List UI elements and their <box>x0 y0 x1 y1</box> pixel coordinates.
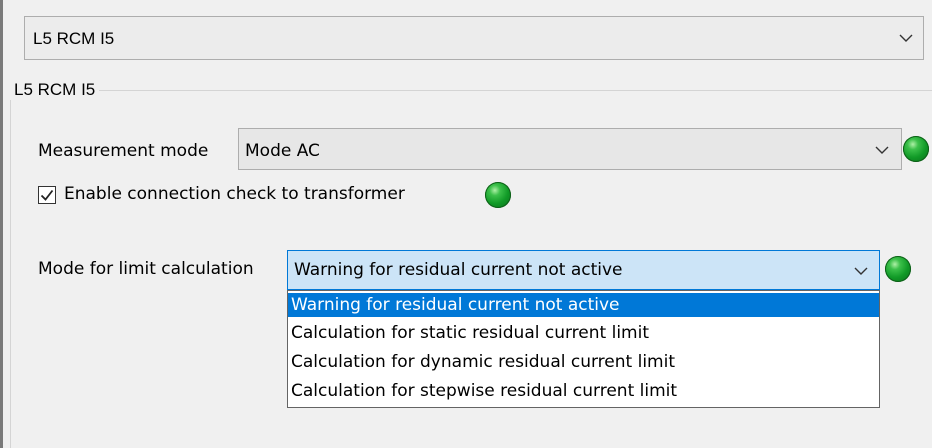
channel-select-value: L5 RCM I5 <box>33 29 115 48</box>
window-left-border <box>0 0 3 448</box>
chevron-down-icon <box>899 34 913 42</box>
checkmark-icon <box>40 189 54 201</box>
status-led-icon <box>885 256 911 282</box>
chevron-down-icon <box>854 267 868 275</box>
connection-check-label[interactable]: Enable connection check to transformer <box>64 184 405 204</box>
dropdown-option[interactable]: Calculation for static residual current … <box>288 321 879 345</box>
measurement-mode-value: Mode AC <box>245 141 320 161</box>
group-title: L5 RCM I5 <box>10 80 100 100</box>
channel-select[interactable]: L5 RCM I5 <box>24 16 924 60</box>
status-led-icon <box>485 182 511 208</box>
status-led-icon <box>903 136 929 162</box>
limit-mode-value: Warning for residual current not active <box>294 260 623 280</box>
group-frame-left <box>10 90 11 448</box>
connection-check-checkbox[interactable] <box>38 186 56 204</box>
measurement-mode-label: Measurement mode <box>38 141 209 161</box>
group-frame-top <box>10 90 932 91</box>
limit-mode-dropdown-list: Warning for residual current not active … <box>287 290 880 408</box>
dropdown-option[interactable]: Calculation for stepwise residual curren… <box>288 379 879 403</box>
chevron-down-icon <box>875 146 889 154</box>
dropdown-option[interactable]: Warning for residual current not active <box>288 293 879 317</box>
measurement-mode-select[interactable]: Mode AC <box>238 128 902 170</box>
dropdown-option[interactable]: Calculation for dynamic residual current… <box>288 350 879 374</box>
limit-mode-select[interactable]: Warning for residual current not active <box>287 250 880 290</box>
limit-mode-label: Mode for limit calculation <box>38 259 254 279</box>
